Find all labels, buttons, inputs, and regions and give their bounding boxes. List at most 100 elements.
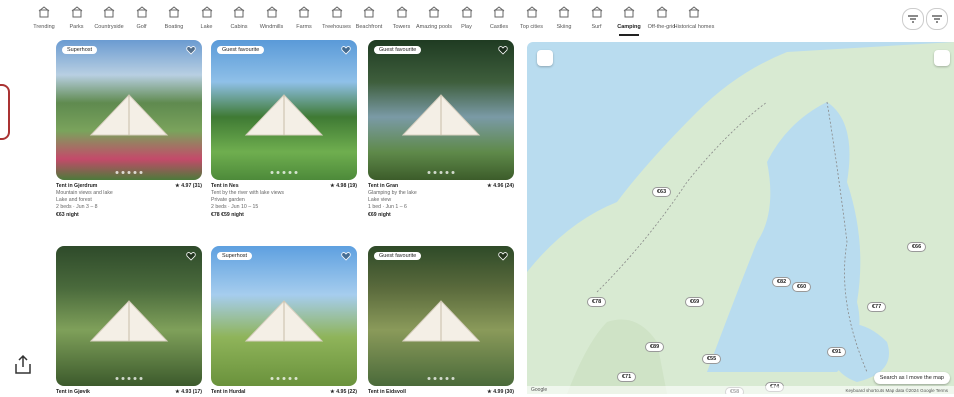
listing-photo[interactable]: Superhost — [56, 40, 202, 180]
listing-card[interactable]: Superhost Tent in Gjerdrum ★ 4.97 (31) Moun… — [56, 40, 202, 219]
tent-illustration — [244, 94, 324, 136]
tent-illustration — [244, 300, 324, 342]
listing-rating: ★ 4.95 (22) — [330, 389, 357, 395]
listing-line2: Lake view — [368, 197, 392, 203]
listing-card[interactable]: Guest favourite Tent in Gran ★ 4.96 (24) Gl… — [368, 40, 514, 219]
heart-icon[interactable] — [186, 251, 196, 261]
listing-photo[interactable]: Guest favourite — [368, 246, 514, 386]
listing-photo[interactable]: Superhost — [211, 246, 357, 386]
zoom-in-button[interactable] — [934, 50, 950, 66]
filter-button[interactable] — [902, 8, 924, 30]
ski-icon — [558, 6, 570, 18]
listing-card[interactable]: Guest favourite Tent in Eidsvoll ★ 4.99 (3… — [368, 246, 514, 397]
tent-illustration — [89, 300, 169, 342]
listing-title: Tent in Hurdal — [211, 389, 246, 395]
map-price-pin[interactable]: €78 — [587, 297, 607, 307]
listing-photo[interactable] — [56, 246, 202, 386]
tent-illustration — [401, 300, 481, 342]
map-price-pin[interactable]: €89 — [645, 342, 665, 352]
map-price-pin[interactable]: €82 — [772, 277, 792, 287]
listing-price: €78 €59 night — [211, 212, 244, 218]
farm-icon — [298, 6, 310, 18]
heart-icon[interactable] — [186, 45, 196, 55]
heart-icon[interactable] — [341, 45, 351, 55]
golf-icon — [136, 6, 147, 18]
category-historical-homes[interactable]: Historical homes — [672, 6, 716, 30]
listing-title: Tent in Gran — [368, 183, 399, 189]
photo-dots — [427, 171, 455, 174]
tower-icon — [396, 6, 407, 18]
listing-rating: ★ 4.99 (30) — [487, 389, 514, 395]
listing-line3: 2 beds · Jun 3 – 8 — [56, 204, 98, 210]
pool-icon — [428, 6, 440, 18]
listing-badge: Superhost — [217, 252, 253, 260]
castle-icon — [493, 6, 505, 18]
boat-icon — [168, 6, 180, 18]
listing-badge: Guest favourite — [374, 46, 422, 54]
listing-badge: Guest favourite — [374, 252, 422, 260]
barn-icon — [103, 6, 115, 18]
photo-dots — [427, 377, 455, 380]
map-price-pin[interactable]: €71 — [617, 372, 637, 382]
listing-title: Tent in Eidsvoll — [368, 389, 406, 395]
house-icon — [688, 6, 700, 18]
listing-photo[interactable]: Guest favourite — [368, 40, 514, 180]
photo-dots — [270, 377, 298, 380]
listing-line1: Mountain views and lake — [56, 190, 113, 196]
windmill-icon — [266, 6, 277, 18]
map-price-pin[interactable]: €63 — [652, 187, 672, 197]
listing-photo[interactable]: Guest favourite — [211, 40, 357, 180]
listing-rating: ★ 4.98 (19) — [330, 183, 357, 189]
map-price-pin[interactable]: €60 — [792, 282, 812, 292]
filter-icon — [908, 15, 918, 23]
category-label: Historical homes — [673, 24, 715, 30]
heart-icon[interactable] — [498, 251, 508, 261]
listing-rating: ★ 4.93 (17) — [175, 389, 202, 395]
listing-card[interactable]: Superhost Tent in Hurdal ★ 4.95 (22) — [211, 246, 357, 397]
map-price-pin[interactable]: €77 — [867, 302, 887, 312]
treehouse-icon — [331, 6, 342, 18]
red-accent-bracket — [0, 84, 10, 140]
photo-dots — [115, 377, 143, 380]
scroll-right-button[interactable] — [926, 8, 948, 30]
listing-card[interactable]: Tent in Gjøvik ★ 4.93 (17) — [56, 246, 202, 397]
heart-icon[interactable] — [341, 251, 351, 261]
listing-rating: ★ 4.96 (24) — [487, 183, 514, 189]
trending-icon — [38, 6, 50, 18]
map[interactable]: €63€78€69€89€71€55€82€60€74€91€58€66€77 … — [527, 42, 954, 394]
tent-illustration — [401, 94, 481, 136]
compass-icon — [656, 6, 667, 18]
map-expand-button[interactable] — [537, 50, 553, 66]
map-price-pin[interactable]: €91 — [827, 347, 847, 357]
listing-line3: 2 beds · Jun 10 – 15 — [211, 204, 259, 210]
listing-title: Tent in Nes — [211, 183, 239, 189]
filter-icon — [932, 15, 942, 23]
lake-icon — [201, 6, 212, 18]
listing-badge: Superhost — [62, 46, 98, 54]
photo-dots — [270, 171, 298, 174]
category-bar: Trending Parks Countryside Golf Boating Lake C… — [0, 0, 954, 40]
city-icon — [526, 6, 537, 18]
listing-line3: 1 bed · Jun 1 – 6 — [368, 204, 407, 210]
map-attribution[interactable]: Keyboard shortcuts Map data ©2024 Google… — [845, 388, 948, 393]
surf-icon — [591, 6, 602, 18]
google-logo: Google — [531, 387, 548, 393]
listing-badge: Guest favourite — [217, 46, 265, 54]
cabin-icon — [233, 6, 245, 18]
listing-line1: Tent by the river with lake views — [211, 190, 284, 196]
map-price-pin[interactable]: €66 — [907, 242, 927, 252]
listing-line1: Glamping by the lake — [368, 190, 417, 196]
beach-icon — [363, 6, 375, 18]
listing-rating: ★ 4.97 (31) — [175, 183, 202, 189]
listing-card[interactable]: Guest favourite Tent in Nes ★ 4.98 (19) Ten… — [211, 40, 357, 219]
map-land — [527, 42, 954, 394]
listing-title: Tent in Gjøvik — [56, 389, 90, 395]
heart-icon[interactable] — [498, 45, 508, 55]
listing-price: €69 night — [368, 212, 391, 218]
share-icon[interactable] — [10, 352, 36, 378]
map-price-pin[interactable]: €55 — [702, 354, 722, 364]
play-icon — [461, 6, 472, 18]
listing-line2: Private garden — [211, 197, 245, 203]
search-as-move-toggle[interactable]: Search as I move the map — [873, 372, 950, 384]
map-price-pin[interactable]: €69 — [685, 297, 705, 307]
